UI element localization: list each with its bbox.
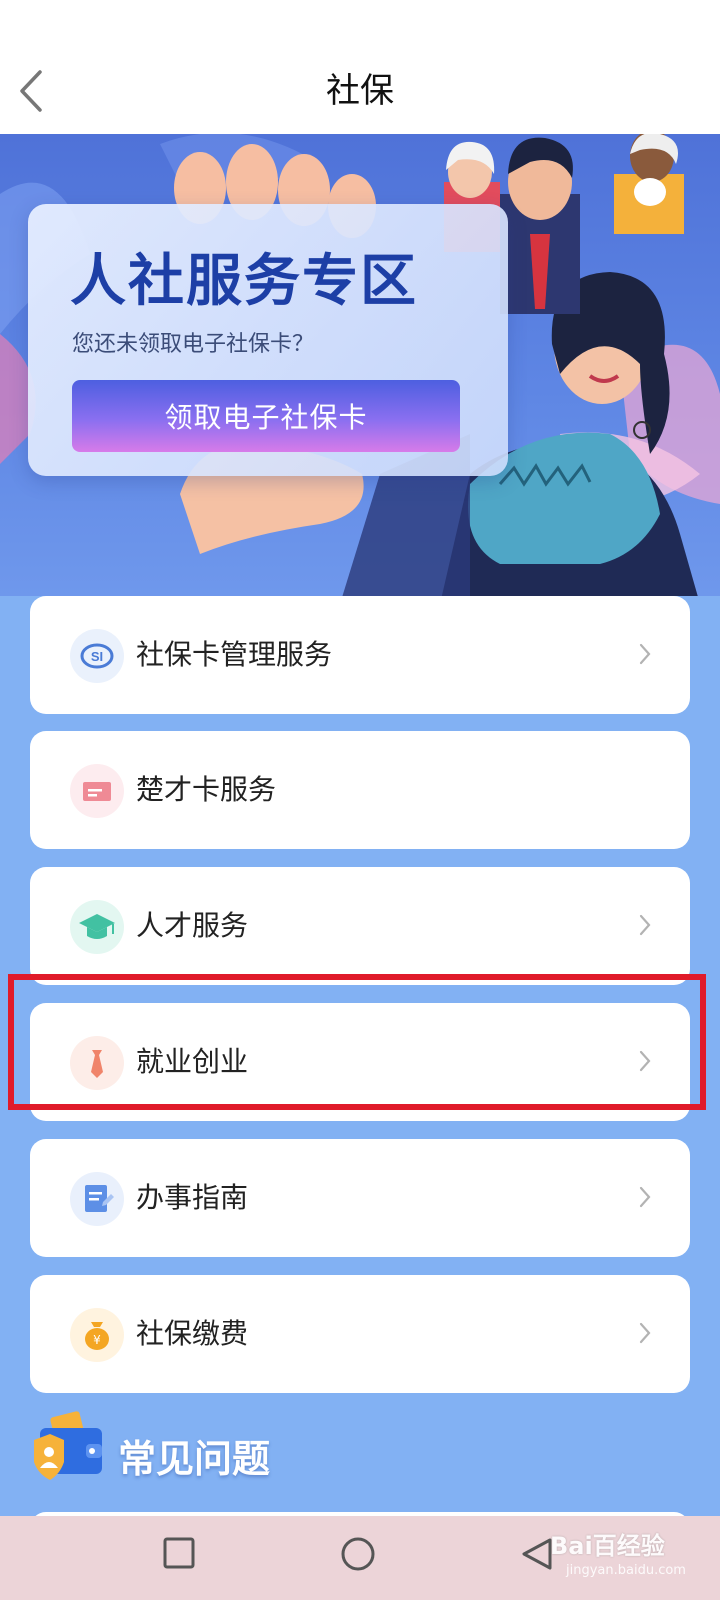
svg-text:SI: SI — [91, 649, 103, 664]
menu-item-label: 办事指南 — [136, 1181, 249, 1214]
menu-item-label: 社保缴费 — [136, 1317, 249, 1350]
card-icon — [70, 764, 124, 818]
document-edit-icon — [70, 1172, 124, 1226]
chevron-right-icon — [639, 1050, 651, 1072]
svg-text:¥: ¥ — [93, 1333, 101, 1347]
social-security-card-icon: SI — [70, 629, 124, 683]
menu-item-talent-service[interactable]: 人才服务 — [30, 867, 690, 985]
square-icon — [163, 1537, 195, 1569]
chevron-right-icon — [639, 1186, 651, 1208]
wallet-user-icon — [34, 1411, 102, 1480]
chevron-right-icon — [639, 914, 651, 936]
menu-item-social-card[interactable]: SI 社保卡管理服务 — [30, 596, 690, 714]
chevron-right-icon — [639, 1322, 651, 1344]
menu-item-label: 社保卡管理服务 — [136, 638, 333, 671]
menu-item-chucai-card[interactable]: 楚才卡服务 — [30, 731, 690, 849]
necktie-icon — [70, 1036, 124, 1090]
circle-icon — [341, 1537, 375, 1571]
menu-item-payment[interactable]: ¥ 社保缴费 — [30, 1275, 690, 1393]
menu-item-label: 楚才卡服务 — [136, 773, 277, 806]
menu-item-guide[interactable]: 办事指南 — [30, 1139, 690, 1257]
menu-item-label: 人才服务 — [136, 909, 249, 942]
menu-item-label: 就业创业 — [136, 1045, 249, 1078]
promo-title: 人社服务专区 — [70, 249, 418, 314]
page-title: 社保 — [326, 71, 394, 111]
home-button[interactable] — [340, 1536, 376, 1576]
claim-card-button[interactable]: 领取电子社保卡 — [72, 380, 460, 452]
promo-card: 人社服务专区 您还未领取电子社保卡？ 领取电子社保卡 — [28, 204, 508, 476]
app-header: 社保 — [0, 0, 720, 134]
graduation-cap-icon — [70, 900, 124, 954]
recent-apps-button[interactable] — [162, 1536, 196, 1574]
baidu-watermark-url: jingyan.baidu.com — [566, 1563, 686, 1578]
promo-subtitle: 您还未领取电子社保卡？ — [72, 332, 315, 357]
chevron-right-icon — [639, 643, 651, 665]
faq-section: 常见问题 — [30, 1410, 690, 1500]
faq-title: 常见问题 — [118, 1437, 271, 1481]
menu-item-employment[interactable]: 就业创业 — [30, 1003, 690, 1121]
baidu-watermark: Bai百经验 — [550, 1532, 665, 1560]
promo-banner: 人社服务专区 您还未领取电子社保卡？ 领取电子社保卡 — [0, 134, 720, 596]
money-bag-icon: ¥ — [70, 1308, 124, 1362]
